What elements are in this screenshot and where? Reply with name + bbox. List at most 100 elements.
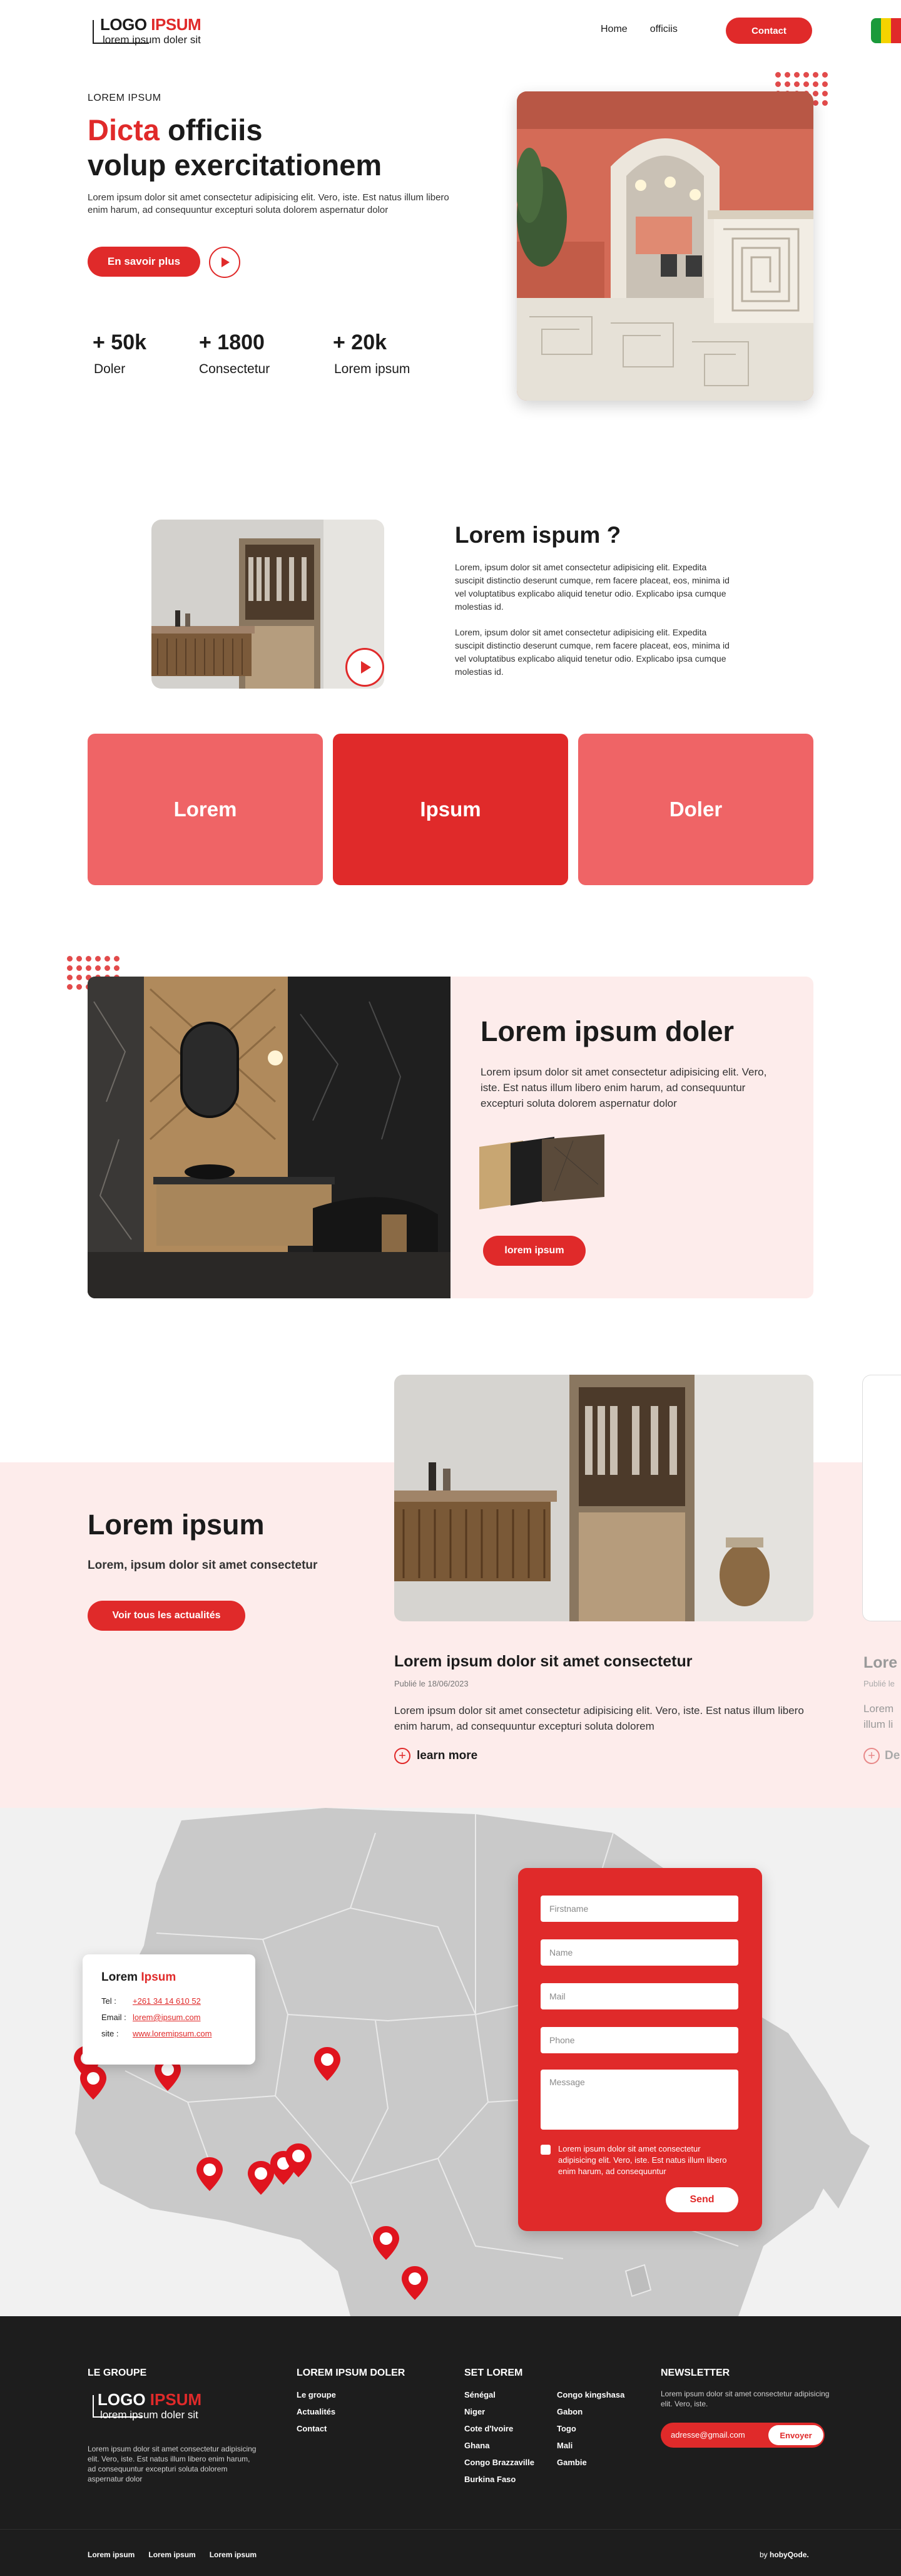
footer-col4-title: NEWSLETTER [661,2368,730,2378]
email-label: Email : [101,2013,126,2022]
news-image-next [862,1375,901,1621]
send-button[interactable]: Send [666,2187,738,2212]
contact-card-title-accent: Ipsum [141,1971,176,1984]
nav-home[interactable]: Home [601,24,628,35]
card-label: Doler [669,798,723,821]
map-pin-icon[interactable] [313,2046,342,2082]
tel-link[interactable]: +261 34 14 610 52 [133,1996,201,2006]
learn-more-link[interactable]: + learn more [394,1748,477,1764]
about-para-1: Lorem, ipsum dolor sit amet consectetur … [455,562,730,612]
footer-bottom-link[interactable]: Lorem ipsum [148,2550,195,2559]
map-pin-icon[interactable] [284,2142,313,2178]
stat-label: Doler [94,362,126,376]
footer-col3-links-a: Sénégal Niger Cote d'Ivoire Ghana Congo … [464,2390,534,2491]
news-next-more-label: De [885,1749,900,1762]
site-link[interactable]: www.loremipsum.com [133,2029,211,2038]
news-title: Lorem ipsum [88,1509,265,1541]
footer-bottom-link[interactable]: Lorem ipsum [210,2550,257,2559]
consent-checkbox[interactable] [541,2145,551,2155]
news-next-date: Publié le [863,1679,895,1688]
language-flag-icon[interactable] [871,18,901,43]
footer-country-link[interactable]: Gabon [557,2407,624,2416]
feature-title: Lorem ipsum doler [481,1015,735,1047]
category-card[interactable]: Lorem [88,734,323,885]
nav-officiis[interactable]: officiis [650,24,678,35]
mail-input[interactable]: Mail [541,1983,738,2009]
logo-main: LOGO [100,15,147,34]
footer-country-link[interactable]: Gambie [557,2458,624,2467]
stat-label: Consectetur [199,362,270,376]
stat-value: + 50k [93,331,147,354]
footer-col3-links-b: Congo kingshasa Gabon Togo Mali Gambie [557,2390,624,2475]
feature-button[interactable]: lorem ipsum [483,1236,586,1266]
footer-country-link[interactable]: Togo [557,2424,624,2433]
firstname-input[interactable]: Firstname [541,1896,738,1922]
hero-image [517,91,813,401]
newsletter-form: adresse@gmail.com Envoyer [661,2423,825,2448]
footer-about-text: Lorem ipsum dolor sit amet consectetur a… [88,2445,257,2483]
footer-link-actualites[interactable]: Actualités [297,2407,336,2416]
category-card[interactable]: Doler [578,734,813,885]
name-input[interactable]: Name [541,1939,738,1966]
footer-col2-links: Le groupe Actualités Contact [297,2390,336,2441]
logo-tagline: lorem ipsum doler sit [103,34,201,46]
footer-link-contact[interactable]: Contact [297,2424,336,2433]
news-next-text: illum li [863,1718,893,1730]
footer-bottom-links: Lorem ipsum Lorem ipsum Lorem ipsum [88,2550,257,2559]
hero-title-rest: officiis [159,113,263,146]
newsletter-submit-button[interactable]: Envoyer [768,2425,823,2445]
footer-col3-title: SET LOREM [464,2368,523,2378]
plus-circle-icon: + [394,1748,410,1764]
footer-country-link[interactable]: Congo kingshasa [557,2390,624,2399]
hero-title: Dicta officiis volup exercitationem [88,113,513,183]
hero-text: Lorem ipsum dolor sit amet consectetur a… [88,192,449,215]
news-article-text: Lorem ipsum dolor sit amet consectetur a… [394,1705,804,1732]
footer-country-link[interactable]: Niger [464,2407,534,2416]
footer-logo-tagline: lorem ipsum doler sit [100,2409,198,2421]
category-card[interactable]: Ipsum [333,734,568,885]
card-label: Lorem [173,798,237,821]
footer-credit[interactable]: by hobyQode. [760,2550,809,2559]
logo-accent: IPSUM [151,15,201,34]
footer-col2-title: LOREM IPSUM DOLER [297,2368,405,2378]
footer-country-link[interactable]: Congo Brazzaville [464,2458,534,2467]
credit-name: hobyQode. [770,2550,809,2559]
footer-country-link[interactable]: Cote d'Ivoire [464,2424,534,2433]
learn-more-button[interactable]: En savoir plus [88,247,200,277]
newsletter-email-input[interactable]: adresse@gmail.com [671,2430,745,2440]
map-pin-icon[interactable] [372,2225,400,2261]
feature-text: Lorem ipsum dolor sit amet consectetur a… [481,1066,767,1109]
tel-label: Tel : [101,1996,116,2006]
footer-country-link[interactable]: Mali [557,2441,624,2450]
footer-divider [0,2529,901,2530]
footer-country-link[interactable]: Burkina Faso [464,2475,534,2484]
map-pin-icon[interactable] [195,2156,224,2192]
news-next-title: Lore [863,1654,898,1671]
credit-prefix: by [760,2550,768,2559]
map-pin-icon[interactable] [79,2065,108,2101]
footer-link-le-groupe[interactable]: Le groupe [297,2390,336,2399]
footer-country-link[interactable]: Sénégal [464,2390,534,2399]
main-nav: Home officiis [601,24,678,35]
map-pin-icon[interactable] [400,2265,429,2301]
footer-col1-title: LE GROUPE [88,2368,147,2378]
message-textarea[interactable]: Message [541,2070,738,2130]
news-article-title[interactable]: Lorem ipsum dolor sit amet consectetur [394,1653,693,1671]
play-icon[interactable] [209,247,240,278]
hero-title-line2: volup exercitationem [88,148,382,182]
footer-logo[interactable]: LOGO IPSUM lorem ipsum doler sit [88,2389,213,2426]
about-para-2: Lorem, ipsum dolor sit amet consectetur … [455,627,730,677]
stat-value: + 20k [333,331,387,354]
contact-info-card: Lorem Ipsum Tel : +261 34 14 610 52 Email… [83,1954,255,2065]
footer-country-link[interactable]: Ghana [464,2441,534,2450]
all-news-button[interactable]: Voir tous les actualités [88,1601,245,1631]
stat-value: + 1800 [199,331,265,354]
footer-bottom-link[interactable]: Lorem ipsum [88,2550,135,2559]
feature-image [88,977,450,1298]
email-link[interactable]: lorem@ipsum.com [133,2013,201,2022]
contact-button[interactable]: Contact [726,18,812,44]
logo[interactable]: LOGO IPSUM lorem ipsum doler sit [93,14,218,51]
phone-input[interactable]: Phone [541,2027,738,2053]
contact-card-title: Lorem Ipsum [101,1971,176,1984]
about-play-icon[interactable] [345,648,384,687]
